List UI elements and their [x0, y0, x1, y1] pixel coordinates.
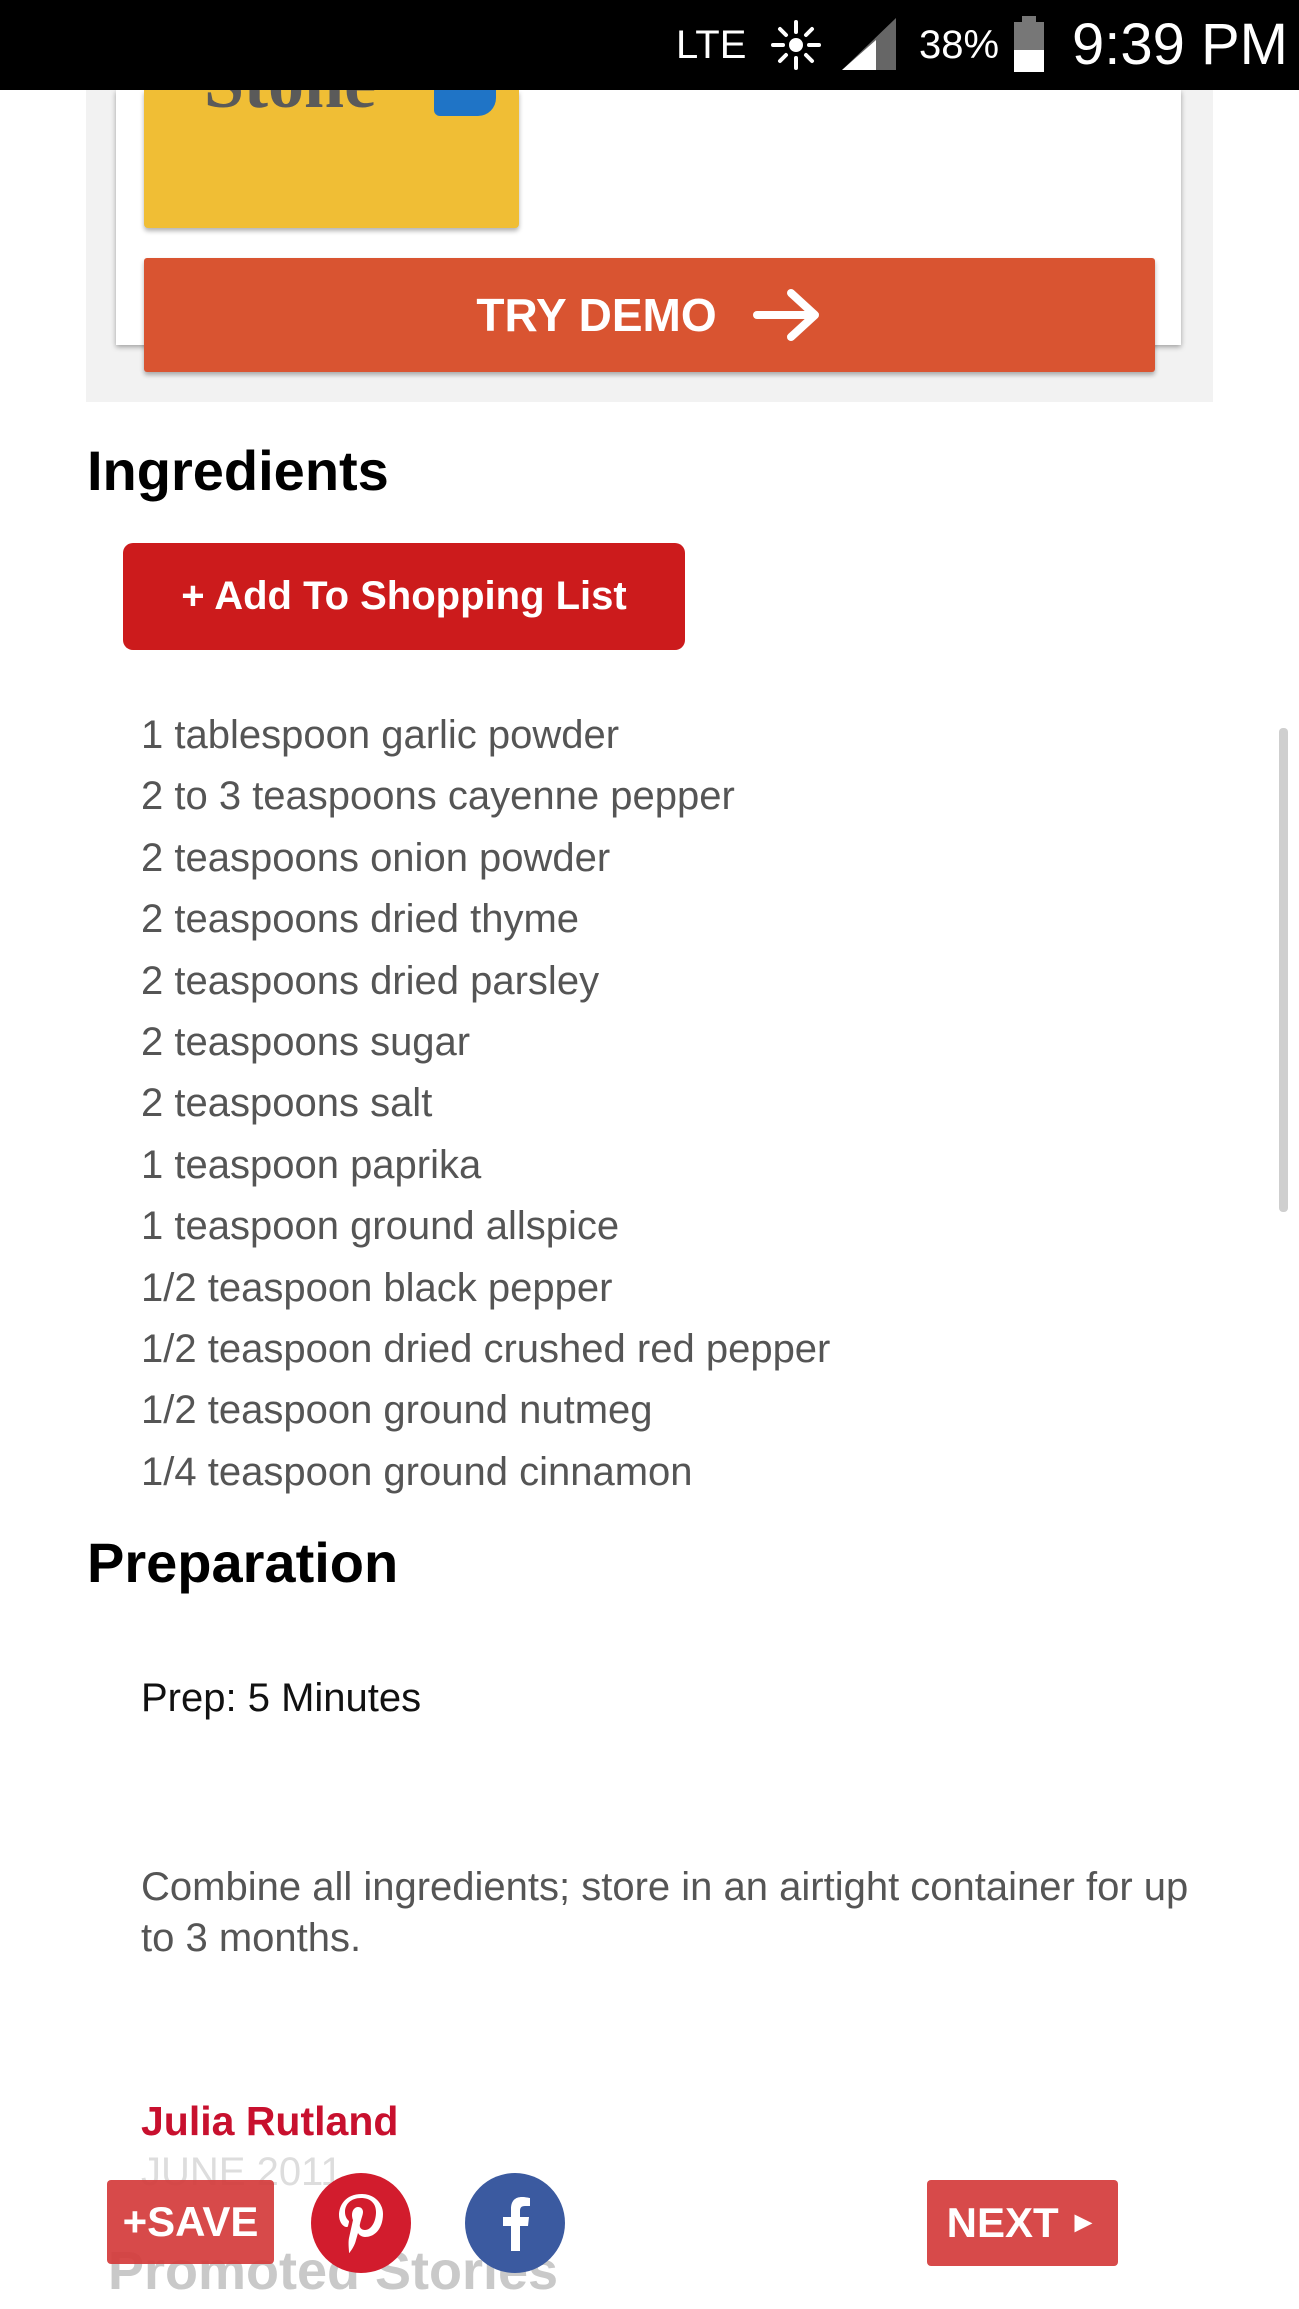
ingredient-item: 1/4 teaspoon ground cinnamon — [141, 1449, 693, 1494]
preparation-instructions: Combine all ingredients; store in an air… — [141, 1865, 1189, 1960]
status-bar: LTE 38% 9:39 PM — [0, 0, 1299, 90]
ingredient-item: 1 teaspoon ground allspice — [141, 1204, 620, 1249]
battery-percent: 38% — [919, 23, 1000, 67]
ingredient-item: 2 to 3 teaspoons cayenne pepper — [141, 774, 735, 819]
signal-icon — [838, 0, 900, 90]
ingredient-item: 1/2 teaspoon black pepper — [141, 1265, 613, 1310]
save-button[interactable]: +SAVE — [107, 2180, 274, 2264]
clock: 9:39 PM — [1072, 12, 1288, 77]
ingredient-item: 2 teaspoons dried thyme — [141, 897, 580, 942]
ingredient-item: 2 teaspoons sugar — [141, 1019, 471, 1064]
ingredient-list: 1 tablespoon garlic powder 2 to 3 teaspo… — [141, 705, 830, 1503]
ad-product-image[interactable]: Stone — [144, 90, 519, 228]
preparation-heading: Preparation — [87, 1531, 399, 1594]
pinterest-icon — [339, 2194, 383, 2253]
ingredient-item: 1/2 teaspoon ground nutmeg — [141, 1388, 653, 1433]
add-to-shopping-list-button[interactable]: + Add To Shopping List — [123, 543, 685, 650]
ad-logo-mark — [434, 90, 496, 116]
try-demo-button[interactable]: TRY DEMO — [144, 258, 1155, 372]
ingredient-item: 1 teaspoon paprika — [141, 1142, 482, 1187]
pinterest-share-button[interactable] — [311, 2173, 411, 2273]
arrow-right-icon — [752, 289, 819, 341]
ingredient-item: 2 teaspoons salt — [141, 1081, 433, 1126]
try-demo-label: TRY DEMO — [476, 289, 717, 341]
network-type: LTE — [676, 23, 747, 67]
ingredient-item: 1 tablespoon garlic powder — [141, 713, 620, 757]
ingredient-item: 2 teaspoons onion powder — [141, 835, 611, 880]
prep-time: Prep: 5 Minutes — [141, 1676, 422, 1720]
facebook-share-button[interactable] — [465, 2173, 565, 2273]
ingredient-item: 2 teaspoons dried parsley — [141, 958, 600, 1003]
battery-icon — [1010, 0, 1050, 90]
sync-icon — [765, 0, 827, 90]
author-link[interactable]: Julia Rutland — [141, 2098, 398, 2145]
ingredient-item: 1/2 teaspoon dried crushed red pepper — [141, 1326, 831, 1371]
next-arrow-icon: ► — [1068, 2206, 1099, 2239]
facebook-icon — [503, 2197, 530, 2251]
ad-product-text: Stone — [204, 90, 376, 125]
next-button[interactable]: NEXT ► — [927, 2180, 1118, 2266]
next-label: NEXT — [946, 2199, 1059, 2246]
ingredients-heading: Ingredients — [87, 439, 389, 502]
scrollbar[interactable] — [1279, 728, 1288, 1212]
